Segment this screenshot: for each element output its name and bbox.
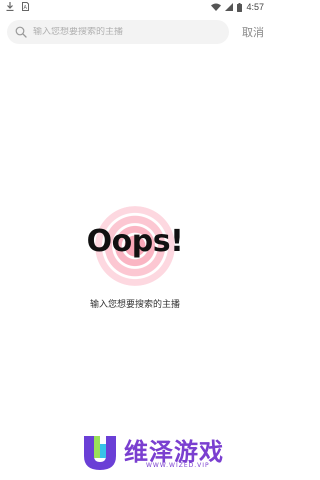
- watermark: 维泽游戏 WWW.WIZED.VIP: [80, 432, 260, 474]
- cancel-button[interactable]: 取消: [242, 24, 264, 40]
- empty-state-title: Oops!: [86, 224, 184, 259]
- status-left: A: [6, 2, 29, 11]
- status-right: 4:57: [211, 2, 264, 12]
- search-icon: [15, 26, 27, 38]
- status-bar: A 4:57: [0, 0, 270, 14]
- empty-state-message: 输入您想要搜索的主播: [89, 300, 180, 310]
- battery-icon: [237, 2, 243, 12]
- search-bar: 取消: [0, 19, 270, 45]
- search-input[interactable]: [33, 27, 229, 37]
- empty-state: Oops! 输入您想要搜索的主播: [0, 190, 270, 320]
- watermark-logo-icon: [84, 436, 116, 470]
- status-time: 4:57: [246, 2, 264, 12]
- search-box[interactable]: [7, 20, 229, 44]
- sim-card-icon: A: [22, 2, 29, 11]
- download-icon: [6, 2, 14, 11]
- svg-text:A: A: [24, 5, 28, 11]
- cellular-signal-icon: [225, 3, 234, 11]
- wifi-icon: [211, 3, 222, 11]
- watermark-subtitle: WWW.WIZED.VIP: [146, 462, 210, 469]
